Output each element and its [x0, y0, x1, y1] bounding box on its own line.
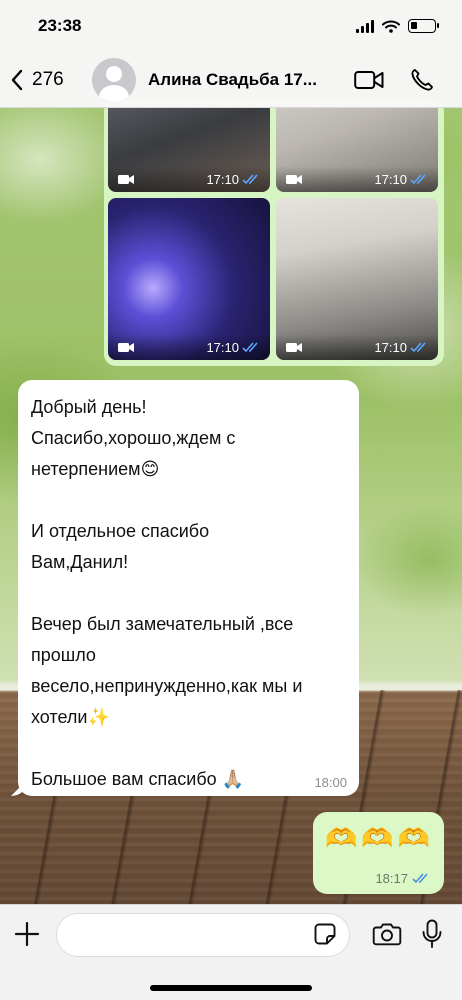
- heart-hands-emoji: 🫶: [325, 824, 358, 854]
- sticker-icon[interactable]: [314, 923, 336, 945]
- double-check-icon: [410, 173, 426, 184]
- video-icon: [118, 342, 134, 352]
- message-line: Вечер был замечательный ,все: [31, 614, 294, 634]
- media-tile[interactable]: 17:10: [276, 108, 438, 192]
- back-button[interactable]: 276: [0, 52, 88, 107]
- outgoing-message-bubble[interactable]: 🫶 🫶 🫶 18:17: [313, 812, 444, 894]
- message-line: хотели✨: [31, 707, 110, 728]
- incoming-message-bubble[interactable]: Добрый день! Спасибо,хорошо,ждем с нетер…: [18, 380, 359, 796]
- message-line: прошло: [31, 645, 96, 665]
- message-time: 18:00: [314, 775, 347, 790]
- message-line: И отдельное спасибо: [31, 521, 210, 541]
- message-line: Добрый день!: [31, 397, 147, 417]
- folded-hands-emoji: 🙏🏼: [221, 769, 245, 790]
- message-line: весело,непринужденно,как мы и: [31, 676, 303, 696]
- status-bar: 23:38: [0, 0, 462, 52]
- heart-hands-emoji: 🫶: [397, 824, 431, 854]
- sparkles-emoji: ✨: [87, 707, 110, 728]
- media-album: 17:10 17:10 17:10 17:10: [104, 108, 444, 366]
- double-check-icon: [412, 873, 428, 884]
- plus-icon[interactable]: [14, 921, 40, 947]
- status-icons: [356, 19, 439, 33]
- media-time: 17:10: [374, 171, 407, 187]
- video-camera-icon[interactable]: [354, 70, 384, 90]
- chat-title[interactable]: Алина Свадьба 17...: [148, 70, 328, 90]
- message-line: нетерпением😊: [31, 459, 160, 480]
- media-time: 17:10: [206, 171, 239, 187]
- unread-count: 276: [32, 68, 64, 90]
- microphone-icon[interactable]: [422, 919, 442, 949]
- video-icon: [118, 174, 134, 184]
- cellular-signal-icon: [356, 19, 374, 33]
- chat-header: 276 Алина Свадьба 17...: [0, 52, 462, 108]
- media-time: 17:10: [374, 339, 407, 355]
- heart-hands-emoji: 🫶: [361, 824, 394, 854]
- status-time: 23:38: [38, 16, 82, 35]
- video-icon: [286, 174, 302, 184]
- chevron-left-icon: [11, 69, 23, 90]
- message-line: Вам,Данил!: [31, 552, 129, 572]
- camera-icon[interactable]: [372, 922, 402, 946]
- avatar[interactable]: [92, 57, 136, 102]
- heart-hands-emojis: 🫶 🫶 🫶: [325, 824, 430, 854]
- double-check-icon: [242, 341, 258, 352]
- wifi-icon: [382, 20, 400, 33]
- media-tile[interactable]: 17:10: [108, 198, 270, 360]
- smiling-face-emoji: 😊: [140, 459, 160, 480]
- message-line: Большое вам спасибо 🙏🏼: [31, 769, 245, 790]
- video-icon: [286, 342, 302, 352]
- message-time: 18:17: [375, 871, 408, 886]
- phone-icon[interactable]: [410, 68, 434, 92]
- message-footer: 18:17: [375, 871, 432, 886]
- message-input[interactable]: [56, 913, 350, 957]
- media-tile[interactable]: 17:10: [276, 198, 438, 360]
- double-check-icon: [410, 341, 426, 352]
- media-tile[interactable]: 17:10: [108, 108, 270, 192]
- message-line: Спасибо,хорошо,ждем с: [31, 428, 236, 448]
- media-time: 17:10: [206, 339, 239, 355]
- home-indicator: [150, 985, 312, 991]
- battery-icon: [408, 19, 439, 33]
- double-check-icon: [242, 173, 258, 184]
- message-composer: [0, 904, 462, 1000]
